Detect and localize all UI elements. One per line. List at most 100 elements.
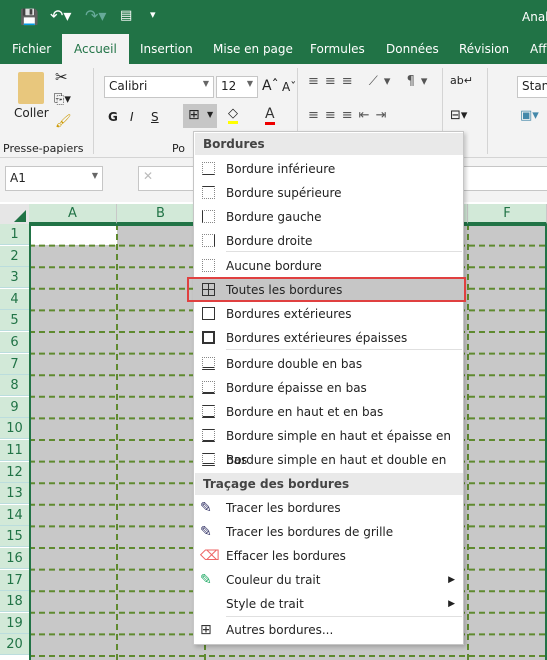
menu-item-label: Bordure gauche	[226, 210, 322, 224]
menu-item-label: Bordures extérieures	[226, 307, 352, 321]
menu-item-label: Bordure droite	[226, 234, 313, 248]
menu-item-no-border[interactable]: Aucune bordure	[194, 254, 463, 278]
tab-formules[interactable]: Formules	[310, 42, 365, 56]
menu-item-eraser[interactable]: ⌫ Effacer les bordures	[194, 544, 463, 568]
fill-color-icon[interactable]: ◇	[228, 106, 238, 124]
menu-item-border-bottom[interactable]: Bordure inférieure	[194, 157, 463, 181]
menu-item-label: Autres bordures...	[226, 623, 334, 637]
tab-affichage[interactable]: Aff	[530, 42, 546, 56]
menu-item-top-bottom-border[interactable]: Bordure en haut et en bas	[194, 400, 463, 424]
menu-item-label: Couleur du trait	[226, 573, 321, 587]
row-header[interactable]: 3	[0, 267, 29, 289]
row-header[interactable]: 18	[0, 591, 29, 613]
customize-toolbar-icon[interactable]: ▾	[150, 8, 156, 21]
tab-mise-en-page[interactable]: Mise en page	[213, 42, 293, 56]
menu-item-label: Tracer les bordures	[226, 501, 341, 515]
row-header[interactable]: 11	[0, 440, 29, 461]
menu-item-border-right[interactable]: Bordure droite	[194, 229, 463, 253]
row-header[interactable]: 2	[0, 245, 29, 267]
tab-accueil[interactable]: Accueil	[62, 34, 129, 64]
font-group-label: Po	[172, 142, 185, 155]
menu-item-more-borders[interactable]: ⊞ Autres bordures...	[194, 618, 463, 642]
row-header[interactable]: 8	[0, 375, 29, 397]
save-icon[interactable]: 💾	[20, 8, 39, 26]
border-left-icon	[202, 210, 215, 223]
row-header[interactable]: 6	[0, 332, 29, 353]
menu-item-outside-borders[interactable]: Bordures extérieures	[194, 302, 463, 326]
menu-item-pencil[interactable]: ✎ Tracer les bordures	[194, 496, 463, 520]
tab-revision[interactable]: Révision	[459, 42, 509, 56]
wrap-text-icon[interactable]: ab↵	[450, 74, 473, 87]
name-box-value: A1	[10, 171, 26, 185]
title-bar: 💾 ↶▾ ↷▾ ▤ ▾ Anal	[0, 0, 547, 34]
borders-dropdown-menu: Bordures Bordure inférieure Bordure supér…	[193, 131, 464, 645]
border-bottom-icon	[202, 162, 215, 175]
font-size-select[interactable]: 12 ▼	[216, 76, 258, 98]
menu-item-pencil-grid[interactable]: ✎ Tracer les bordures de grille	[194, 520, 463, 544]
tab-donnees[interactable]: Données	[386, 42, 439, 56]
undo-icon[interactable]: ↶▾	[50, 6, 71, 25]
submenu-arrow-icon: ▶	[448, 575, 455, 585]
name-box[interactable]: A1 ▼	[5, 166, 103, 191]
ribbon-tabs: Fichier Accueil Insertion Mise en page F…	[0, 34, 547, 64]
menu-item-label: Bordure inférieure	[226, 162, 336, 176]
paste-button[interactable]: Coller	[14, 106, 49, 120]
italic-button[interactable]: I	[130, 110, 134, 124]
font-color-icon[interactable]: A	[265, 106, 275, 125]
select-all-button[interactable]	[0, 204, 29, 224]
menu-item-thick-bottom-border[interactable]: Bordure épaisse en bas	[194, 376, 463, 400]
grow-font-icon[interactable]: Aˆ	[262, 78, 279, 94]
number-format-select[interactable]: Stand	[517, 76, 547, 98]
row-header[interactable]: 5	[0, 310, 29, 332]
highlight-box	[187, 277, 466, 302]
shrink-font-icon[interactable]: Aˇ	[282, 80, 296, 94]
conditional-format-icon[interactable]: ▣▾	[520, 108, 539, 123]
menu-item-top-thick-bottom-border[interactable]: Bordure simple en haut et épaisse en bas	[194, 424, 463, 467]
menu-item-double-bottom-border[interactable]: Bordure double en bas	[194, 352, 463, 376]
underline-button[interactable]: S	[151, 110, 159, 124]
clipboard-group-label: Presse-papiers	[3, 142, 84, 155]
menu-item-line-style[interactable]: Style de trait ▶	[194, 592, 463, 616]
row-header[interactable]: 9	[0, 396, 29, 418]
paste-icon[interactable]	[18, 72, 44, 104]
row-header[interactable]: 12	[0, 461, 29, 483]
borders-button[interactable]: ⊞ ▼	[183, 104, 217, 128]
row-header[interactable]: 16	[0, 548, 29, 569]
menu-item-border-left[interactable]: Bordure gauche	[194, 205, 463, 229]
tab-insertion[interactable]: Insertion	[140, 42, 193, 56]
row-header[interactable]: 20	[0, 634, 29, 656]
merge-center-icon[interactable]: ⊟▾	[450, 108, 467, 123]
menu-item-border-top[interactable]: Bordure supérieure	[194, 181, 463, 205]
font-name-select[interactable]: Calibri ▼	[104, 76, 214, 98]
menu-item-top-double-bottom-border[interactable]: Bordure simple en haut et double en bas	[194, 448, 463, 491]
cut-icon[interactable]: ✂	[55, 68, 68, 86]
column-header-f[interactable]: F	[468, 204, 547, 224]
format-painter-icon[interactable]: 🖌	[55, 114, 72, 129]
row-header[interactable]: 14	[0, 504, 29, 526]
row-header[interactable]: 10	[0, 418, 29, 440]
row-header[interactable]: 13	[0, 483, 29, 505]
align-vertical-icons[interactable]: ≡≡≡ ⟋▾ ¶▾	[308, 74, 433, 89]
redo-icon[interactable]: ↷▾	[85, 6, 106, 25]
align-horizontal-icons[interactable]: ≡≡≡⇤⇥	[308, 108, 392, 123]
form-icon[interactable]: ▤	[120, 8, 132, 23]
column-header-b[interactable]: B	[117, 204, 205, 224]
border-right-icon	[202, 234, 215, 247]
top-double-bottom-border-icon	[202, 453, 215, 466]
row-header[interactable]: 7	[0, 353, 29, 375]
menu-item-label: Bordure double en bas	[226, 357, 363, 371]
row-header[interactable]: 4	[0, 288, 29, 310]
row-header[interactable]: 1	[0, 224, 29, 245]
column-header-a[interactable]: A	[29, 204, 117, 224]
font-size-value: 12	[221, 79, 237, 93]
menu-header-borders: Bordures	[195, 133, 463, 155]
bold-button[interactable]: G	[108, 110, 118, 124]
top-thick-bottom-border-icon	[202, 429, 215, 442]
menu-item-thick-outside-borders[interactable]: Bordures extérieures épaisses	[194, 326, 463, 350]
menu-item-line-color[interactable]: ✎ Couleur du trait ▶	[194, 568, 463, 592]
row-header[interactable]: 15	[0, 526, 29, 548]
row-header[interactable]: 19	[0, 612, 29, 634]
row-header[interactable]: 17	[0, 569, 29, 591]
copy-icon[interactable]: ⎘▾	[54, 92, 71, 107]
tab-fichier[interactable]: Fichier	[12, 42, 51, 56]
